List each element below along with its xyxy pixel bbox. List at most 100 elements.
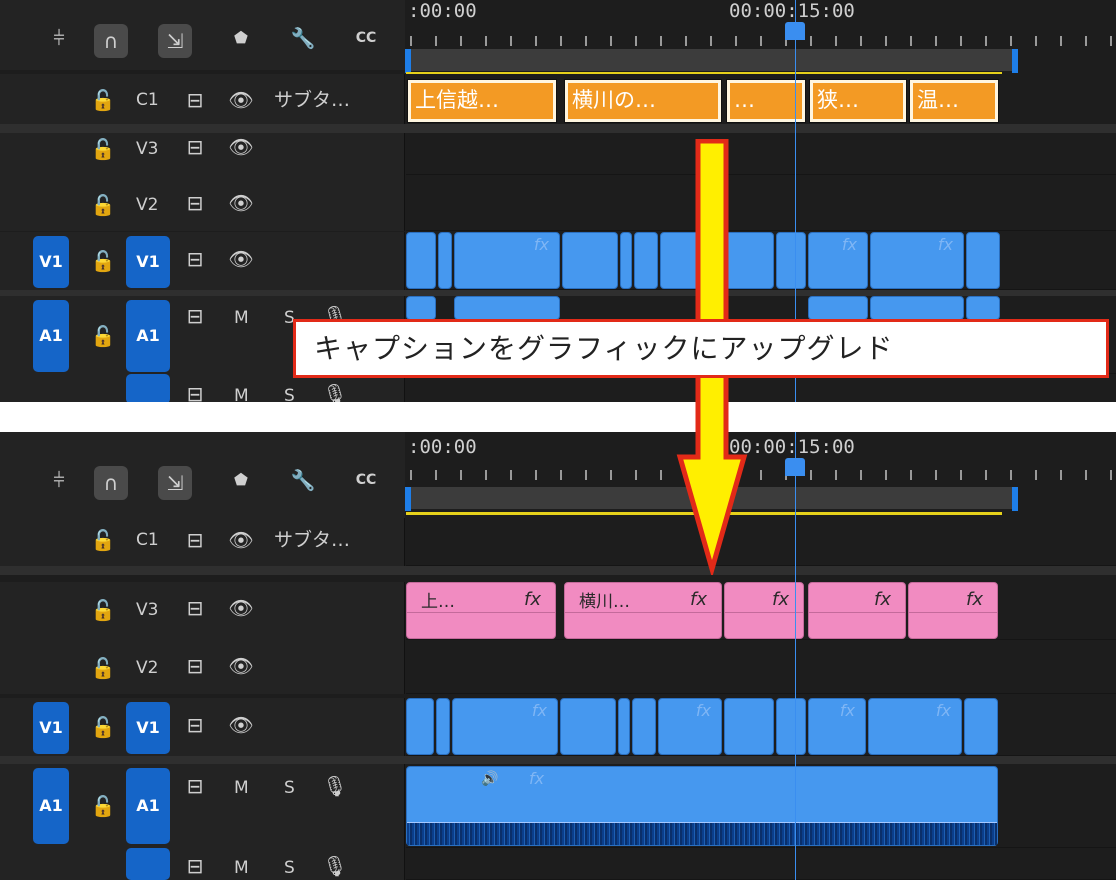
solo-button[interactable]: S <box>284 776 295 800</box>
eye-icon[interactable]: 👁 <box>228 713 254 737</box>
sync-lock-icon[interactable]: ⊟ <box>182 304 208 328</box>
wrench-icon[interactable]: 🔧 <box>290 468 316 492</box>
sync-lock-icon[interactable]: ⊟ <box>182 596 208 620</box>
video-clip[interactable] <box>776 232 806 289</box>
video-clip[interactable]: fx <box>808 698 866 755</box>
track-target-a2[interactable] <box>126 848 170 880</box>
work-area-start-handle[interactable] <box>405 49 411 73</box>
nest-sequence-icon[interactable]: ⫩ <box>46 26 72 50</box>
graphic-clip[interactable]: fx <box>908 582 998 639</box>
sync-lock-icon[interactable]: ⊟ <box>182 247 208 271</box>
source-patch-v1[interactable]: V1 <box>33 236 69 288</box>
video-clip[interactable] <box>964 698 998 755</box>
video-clip[interactable]: fx <box>452 698 558 755</box>
captions-icon[interactable]: CC <box>353 468 379 492</box>
video-clip[interactable] <box>776 698 806 755</box>
lock-icon[interactable]: 🔓 <box>90 598 116 622</box>
sync-lock-icon[interactable]: ⊟ <box>182 854 208 878</box>
audio-clip[interactable] <box>808 296 868 320</box>
mute-button[interactable]: M <box>234 776 249 800</box>
mute-button[interactable]: M <box>234 306 249 330</box>
wrench-icon[interactable]: 🔧 <box>290 26 316 50</box>
audio-clip[interactable] <box>870 296 964 320</box>
work-area-bar[interactable] <box>408 49 1012 71</box>
video-clip[interactable] <box>620 232 632 289</box>
track-target-v1[interactable]: V1 <box>126 702 170 754</box>
lock-icon[interactable]: 🔓 <box>90 324 116 348</box>
video-clip[interactable] <box>562 232 618 289</box>
caption-clip[interactable]: 温… <box>909 79 999 123</box>
video-clip[interactable]: fx <box>868 698 962 755</box>
eye-icon[interactable]: 👁 <box>228 654 254 678</box>
snap-button[interactable]: ∩ <box>94 466 128 500</box>
time-ruler[interactable] <box>410 36 1116 46</box>
video-clip[interactable] <box>560 698 616 755</box>
eye-icon[interactable]: 👁 <box>228 528 254 552</box>
sync-lock-icon[interactable]: ⊟ <box>182 88 208 112</box>
sync-lock-icon[interactable]: ⊟ <box>182 774 208 798</box>
linked-selection-button[interactable]: ⇲ <box>158 24 192 58</box>
playhead-handle[interactable] <box>785 22 805 40</box>
caption-clip[interactable]: 横川の… <box>564 79 722 123</box>
graphic-clip[interactable]: fx <box>724 582 804 639</box>
track-target-a1[interactable]: A1 <box>126 300 170 372</box>
sync-lock-icon[interactable]: ⊟ <box>182 191 208 215</box>
caption-clip[interactable]: … <box>726 79 806 123</box>
sync-lock-icon[interactable]: ⊟ <box>182 382 208 402</box>
captions-icon[interactable]: CC <box>353 26 379 50</box>
lock-icon[interactable]: 🔓 <box>90 656 116 680</box>
solo-button[interactable]: S <box>284 856 295 880</box>
graphic-clip[interactable]: 上… fx <box>406 582 556 639</box>
playhead[interactable] <box>795 432 796 880</box>
track-target-a2[interactable] <box>126 374 170 402</box>
source-patch-v1[interactable]: V1 <box>33 702 69 754</box>
video-clip[interactable] <box>406 232 436 289</box>
video-clip[interactable] <box>634 232 658 289</box>
sync-lock-icon[interactable]: ⊟ <box>182 713 208 737</box>
snap-button[interactable]: ∩ <box>94 24 128 58</box>
video-clip[interactable]: fx <box>870 232 964 289</box>
source-patch-a1[interactable]: A1 <box>33 768 69 844</box>
video-clip[interactable] <box>632 698 656 755</box>
eye-icon[interactable]: 👁 <box>228 88 254 112</box>
mute-button[interactable]: M <box>234 856 249 880</box>
graphic-clip[interactable]: fx <box>808 582 906 639</box>
video-clip[interactable] <box>724 698 774 755</box>
eye-icon[interactable]: 👁 <box>228 135 254 159</box>
add-marker-icon[interactable]: ⬟ <box>228 26 254 50</box>
sync-lock-icon[interactable]: ⊟ <box>182 654 208 678</box>
linked-selection-button[interactable]: ⇲ <box>158 466 192 500</box>
caption-clip[interactable]: 狭… <box>809 79 907 123</box>
lock-icon[interactable]: 🔓 <box>90 249 116 273</box>
audio-clip[interactable] <box>406 296 436 320</box>
time-ruler[interactable] <box>410 470 1116 480</box>
lock-icon[interactable]: 🔓 <box>90 193 116 217</box>
video-clip[interactable] <box>406 698 434 755</box>
video-clip[interactable]: fx <box>808 232 868 289</box>
playhead-handle[interactable] <box>785 458 805 476</box>
video-clip[interactable] <box>438 232 452 289</box>
audio-clip[interactable]: fx 🔊 <box>406 766 998 846</box>
lock-icon[interactable]: 🔓 <box>90 528 116 552</box>
lock-icon[interactable]: 🔓 <box>90 137 116 161</box>
add-marker-icon[interactable]: ⬟ <box>228 468 254 492</box>
lock-icon[interactable]: 🔓 <box>90 794 116 818</box>
microphone-icon[interactable]: 🎙 <box>322 854 348 878</box>
work-area-start-handle[interactable] <box>405 487 411 511</box>
microphone-icon[interactable]: 🎙 <box>322 382 348 402</box>
sync-lock-icon[interactable]: ⊟ <box>182 528 208 552</box>
video-clip[interactable] <box>966 232 1000 289</box>
solo-button[interactable]: S <box>284 384 295 402</box>
video-clip[interactable] <box>618 698 630 755</box>
source-patch-a1[interactable]: A1 <box>33 300 69 372</box>
audio-clip[interactable] <box>966 296 1000 320</box>
graphic-clip[interactable]: 横川… fx <box>564 582 722 639</box>
work-area-end-handle[interactable] <box>1012 487 1018 511</box>
eye-icon[interactable]: 👁 <box>228 247 254 271</box>
mute-button[interactable]: M <box>234 384 249 402</box>
video-clip[interactable] <box>436 698 450 755</box>
eye-icon[interactable]: 👁 <box>228 596 254 620</box>
track-target-a1[interactable]: A1 <box>126 768 170 844</box>
video-clip[interactable]: fx <box>454 232 560 289</box>
video-clip[interactable]: fx <box>658 698 722 755</box>
